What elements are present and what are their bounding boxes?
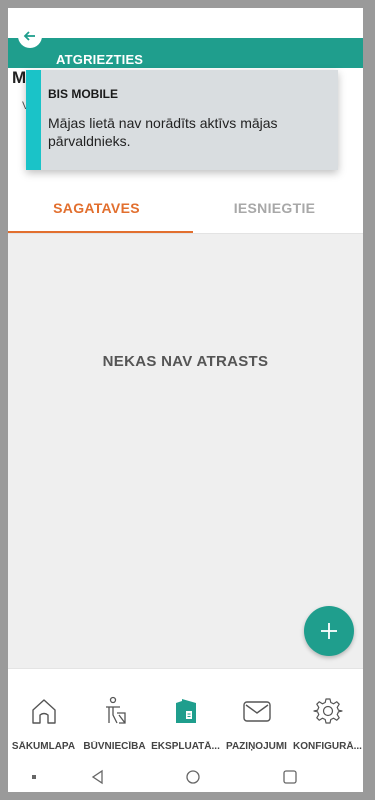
small-square-icon [32,775,36,779]
tab-bar: SAGATAVES IESNIEGTIE [8,183,363,234]
home-icon [28,695,60,727]
back-button[interactable] [18,24,42,48]
status-bar [8,8,363,38]
system-overview-button[interactable] [281,768,299,786]
toast-accent-bar [26,70,41,170]
nav-item-konfiguracija[interactable]: KONFIGURĀ... [292,669,363,763]
nav-label-pazinojumi: PAZIŅOJUMI [226,741,287,752]
nav-label-buvnieciba: BŪVNIECĪBA [83,741,146,752]
square-overview-icon [283,770,297,784]
active-tab-indicator [8,231,193,233]
page-title: M [12,68,27,87]
recent-apps-button[interactable] [25,768,43,786]
triangle-back-icon [91,769,103,785]
app-screen: M V SAGATAVES IESNIEGTIE NEKAS NAV ATRAS… [8,8,363,792]
bottom-navigation: SĀKUMLAPA BŪVNIECĪBA EKSPLUATĀ... PAZIŅO… [8,668,363,763]
nav-item-sakumlapa[interactable]: SĀKUMLAPA [8,669,79,763]
toast-message: Mājas lietā nav norādīts aktīvs mājas pā… [48,115,278,149]
nav-label-ekspluatacija: EKSPLUATĀ... [151,741,220,752]
system-home-button[interactable] [184,768,202,786]
tab-iesniegtie[interactable]: IESNIEGTIE [186,183,363,233]
nav-label-sakumlapa: SĀKUMLAPA [11,741,76,752]
system-back-button[interactable] [89,768,107,786]
empty-state-message: NEKAS NAV ATRASTS [102,353,269,370]
back-label[interactable]: ATGRIEZTIES [56,52,143,67]
nav-item-buvnieciba[interactable]: BŪVNIECĪBA [79,669,150,763]
list-area [8,234,363,674]
buildings-icon [170,695,202,727]
phone-frame: M V SAGATAVES IESNIEGTIE NEKAS NAV ATRAS… [0,0,375,800]
arrow-left-icon [23,31,35,41]
nav-label-konfiguracija: KONFIGURĀ... [293,741,362,752]
toast-title: BIS MOBILE [48,87,119,101]
circle-home-icon [186,770,200,784]
toast-notification: BIS MOBILE Mājas lietā nav norādīts aktī… [26,70,338,170]
nav-item-pazinojumi[interactable]: PAZIŅOJUMI [221,669,292,763]
envelope-icon [241,695,273,727]
add-button[interactable] [304,606,354,656]
worker-icon [99,695,131,727]
nav-item-ekspluatacija[interactable]: EKSPLUATĀ... [150,669,221,763]
gear-icon [312,695,344,727]
tab-sagataves[interactable]: SAGATAVES [8,183,185,233]
plus-icon [321,623,337,639]
system-navigation-bar [8,762,363,792]
